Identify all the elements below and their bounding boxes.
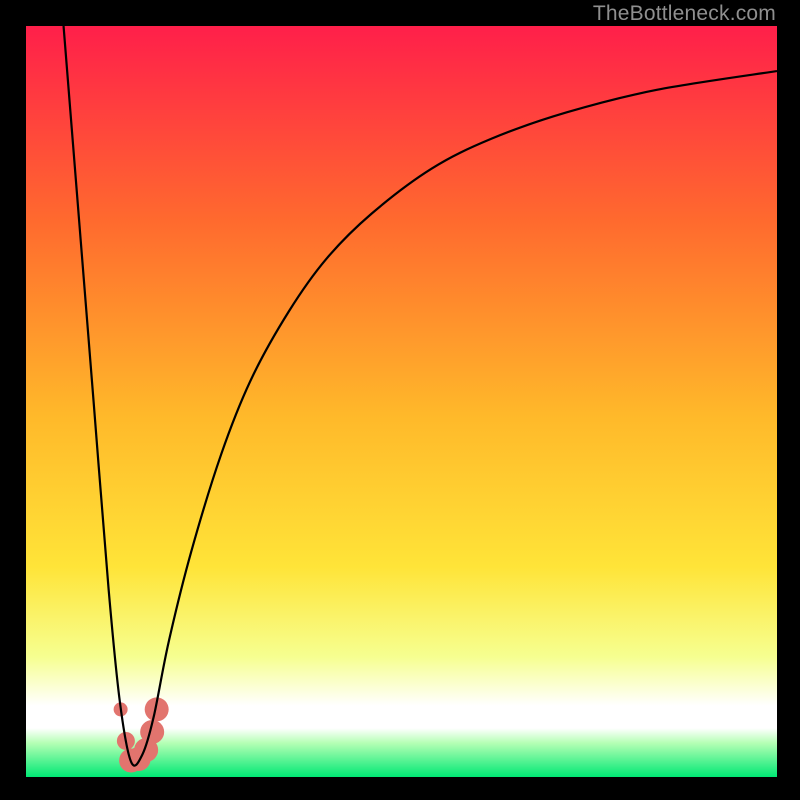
chart-frame: TheBottleneck.com: [0, 0, 800, 800]
attribution-label: TheBottleneck.com: [593, 2, 776, 26]
plot-area: [26, 26, 777, 777]
curve-layer: [26, 26, 777, 777]
bottleneck-curve: [64, 26, 777, 766]
